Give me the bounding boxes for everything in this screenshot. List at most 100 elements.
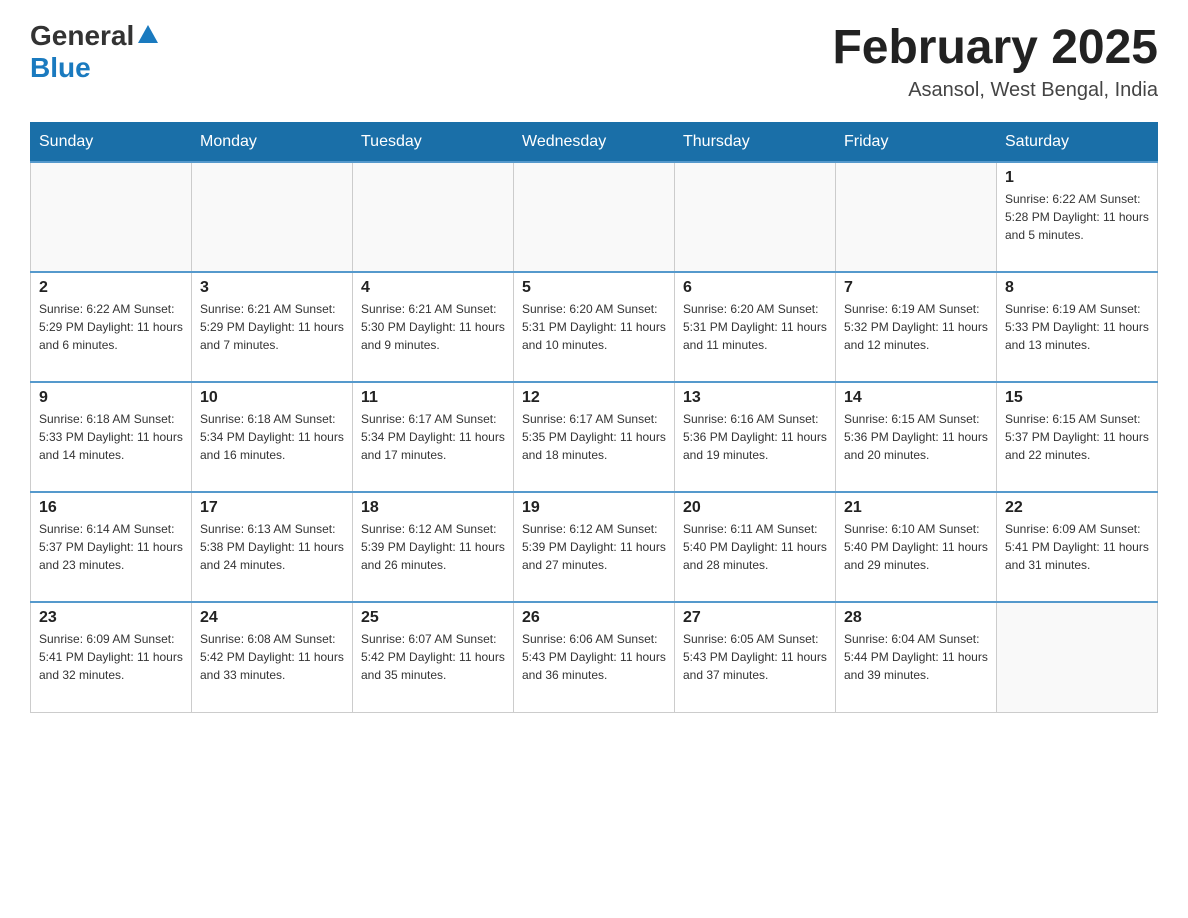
day-info: Sunrise: 6:22 AM Sunset: 5:29 PM Dayligh…: [39, 300, 183, 354]
calendar-cell: 16 Sunrise: 6:14 AM Sunset: 5:37 PM Dayli…: [31, 492, 192, 602]
day-number: 10: [200, 389, 344, 407]
column-header-monday: Monday: [192, 123, 353, 163]
day-number: 6: [683, 279, 827, 297]
day-number: 18: [361, 499, 505, 517]
calendar-cell: 21 Sunrise: 6:10 AM Sunset: 5:40 PM Dayli…: [836, 492, 997, 602]
week-row-2: 2 Sunrise: 6:22 AM Sunset: 5:29 PM Daylig…: [31, 272, 1158, 382]
calendar-cell: 20 Sunrise: 6:11 AM Sunset: 5:40 PM Dayli…: [675, 492, 836, 602]
day-number: 26: [522, 609, 666, 627]
day-info: Sunrise: 6:17 AM Sunset: 5:35 PM Dayligh…: [522, 410, 666, 464]
day-info: Sunrise: 6:11 AM Sunset: 5:40 PM Dayligh…: [683, 520, 827, 574]
day-info: Sunrise: 6:12 AM Sunset: 5:39 PM Dayligh…: [361, 520, 505, 574]
calendar-cell: 28 Sunrise: 6:04 AM Sunset: 5:44 PM Dayli…: [836, 602, 997, 712]
logo: General Blue: [30, 20, 158, 84]
calendar-header-row: SundayMondayTuesdayWednesdayThursdayFrid…: [31, 123, 1158, 163]
day-number: 22: [1005, 499, 1149, 517]
calendar-cell: 1 Sunrise: 6:22 AM Sunset: 5:28 PM Daylig…: [997, 162, 1158, 272]
calendar-cell: 13 Sunrise: 6:16 AM Sunset: 5:36 PM Dayli…: [675, 382, 836, 492]
logo-general-text: General: [30, 20, 134, 52]
day-info: Sunrise: 6:05 AM Sunset: 5:43 PM Dayligh…: [683, 630, 827, 684]
day-number: 19: [522, 499, 666, 517]
logo-triangle-icon: [138, 25, 158, 43]
day-info: Sunrise: 6:04 AM Sunset: 5:44 PM Dayligh…: [844, 630, 988, 684]
month-title: February 2025: [832, 20, 1158, 75]
calendar-cell: 4Sunrise: 6:21 AM Sunset: 5:30 PM Daylig…: [353, 272, 514, 382]
day-info: Sunrise: 6:07 AM Sunset: 5:42 PM Dayligh…: [361, 630, 505, 684]
day-info: Sunrise: 6:14 AM Sunset: 5:37 PM Dayligh…: [39, 520, 183, 574]
day-info: Sunrise: 6:06 AM Sunset: 5:43 PM Dayligh…: [522, 630, 666, 684]
calendar-cell: 23Sunrise: 6:09 AM Sunset: 5:41 PM Dayli…: [31, 602, 192, 712]
calendar-cell: 6 Sunrise: 6:20 AM Sunset: 5:31 PM Daylig…: [675, 272, 836, 382]
week-row-5: 23Sunrise: 6:09 AM Sunset: 5:41 PM Dayli…: [31, 602, 1158, 712]
day-info: Sunrise: 6:15 AM Sunset: 5:37 PM Dayligh…: [1005, 410, 1149, 464]
calendar-cell: [514, 162, 675, 272]
week-row-1: 1 Sunrise: 6:22 AM Sunset: 5:28 PM Daylig…: [31, 162, 1158, 272]
logo-blue-text: Blue: [30, 52, 91, 84]
day-number: 24: [200, 609, 344, 627]
calendar-cell: 7 Sunrise: 6:19 AM Sunset: 5:32 PM Daylig…: [836, 272, 997, 382]
calendar-cell: 25 Sunrise: 6:07 AM Sunset: 5:42 PM Dayli…: [353, 602, 514, 712]
day-info: Sunrise: 6:19 AM Sunset: 5:32 PM Dayligh…: [844, 300, 988, 354]
day-number: 7: [844, 279, 988, 297]
day-number: 27: [683, 609, 827, 627]
column-header-sunday: Sunday: [31, 123, 192, 163]
column-header-thursday: Thursday: [675, 123, 836, 163]
day-info: Sunrise: 6:12 AM Sunset: 5:39 PM Dayligh…: [522, 520, 666, 574]
calendar-cell: 10 Sunrise: 6:18 AM Sunset: 5:34 PM Dayli…: [192, 382, 353, 492]
day-number: 5: [522, 279, 666, 297]
calendar-cell: 2 Sunrise: 6:22 AM Sunset: 5:29 PM Daylig…: [31, 272, 192, 382]
day-info: Sunrise: 6:20 AM Sunset: 5:31 PM Dayligh…: [683, 300, 827, 354]
day-number: 11: [361, 389, 505, 407]
day-info: Sunrise: 6:15 AM Sunset: 5:36 PM Dayligh…: [844, 410, 988, 464]
calendar-cell: 22 Sunrise: 6:09 AM Sunset: 5:41 PM Dayli…: [997, 492, 1158, 602]
calendar-cell: 18 Sunrise: 6:12 AM Sunset: 5:39 PM Dayli…: [353, 492, 514, 602]
day-number: 23: [39, 609, 183, 627]
calendar-table: SundayMondayTuesdayWednesdayThursdayFrid…: [30, 122, 1158, 713]
day-number: 9: [39, 389, 183, 407]
calendar-cell: 15Sunrise: 6:15 AM Sunset: 5:37 PM Dayli…: [997, 382, 1158, 492]
calendar-cell: 3 Sunrise: 6:21 AM Sunset: 5:29 PM Daylig…: [192, 272, 353, 382]
day-number: 20: [683, 499, 827, 517]
column-header-saturday: Saturday: [997, 123, 1158, 163]
title-section: February 2025 Asansol, West Bengal, Indi…: [832, 20, 1158, 102]
calendar-cell: 8Sunrise: 6:19 AM Sunset: 5:33 PM Daylig…: [997, 272, 1158, 382]
calendar-cell: 9 Sunrise: 6:18 AM Sunset: 5:33 PM Daylig…: [31, 382, 192, 492]
calendar-cell: 14 Sunrise: 6:15 AM Sunset: 5:36 PM Dayli…: [836, 382, 997, 492]
calendar-cell: 27 Sunrise: 6:05 AM Sunset: 5:43 PM Dayli…: [675, 602, 836, 712]
day-info: Sunrise: 6:09 AM Sunset: 5:41 PM Dayligh…: [1005, 520, 1149, 574]
day-number: 3: [200, 279, 344, 297]
day-info: Sunrise: 6:21 AM Sunset: 5:30 PM Dayligh…: [361, 300, 505, 354]
calendar-cell: 24 Sunrise: 6:08 AM Sunset: 5:42 PM Dayli…: [192, 602, 353, 712]
day-number: 12: [522, 389, 666, 407]
day-number: 14: [844, 389, 988, 407]
column-header-tuesday: Tuesday: [353, 123, 514, 163]
column-header-friday: Friday: [836, 123, 997, 163]
day-number: 1: [1005, 169, 1149, 187]
day-info: Sunrise: 6:18 AM Sunset: 5:33 PM Dayligh…: [39, 410, 183, 464]
column-header-wednesday: Wednesday: [514, 123, 675, 163]
location-subtitle: Asansol, West Bengal, India: [832, 79, 1158, 102]
day-info: Sunrise: 6:13 AM Sunset: 5:38 PM Dayligh…: [200, 520, 344, 574]
day-number: 17: [200, 499, 344, 517]
calendar-cell: [353, 162, 514, 272]
day-info: Sunrise: 6:22 AM Sunset: 5:28 PM Dayligh…: [1005, 190, 1149, 244]
day-info: Sunrise: 6:16 AM Sunset: 5:36 PM Dayligh…: [683, 410, 827, 464]
day-info: Sunrise: 6:08 AM Sunset: 5:42 PM Dayligh…: [200, 630, 344, 684]
day-info: Sunrise: 6:21 AM Sunset: 5:29 PM Dayligh…: [200, 300, 344, 354]
day-number: 28: [844, 609, 988, 627]
day-number: 21: [844, 499, 988, 517]
day-info: Sunrise: 6:10 AM Sunset: 5:40 PM Dayligh…: [844, 520, 988, 574]
calendar-cell: [997, 602, 1158, 712]
day-info: Sunrise: 6:18 AM Sunset: 5:34 PM Dayligh…: [200, 410, 344, 464]
day-number: 2: [39, 279, 183, 297]
calendar-cell: 11Sunrise: 6:17 AM Sunset: 5:34 PM Dayli…: [353, 382, 514, 492]
page-header: General Blue February 2025 Asansol, West…: [30, 20, 1158, 102]
day-number: 25: [361, 609, 505, 627]
calendar-cell: 19 Sunrise: 6:12 AM Sunset: 5:39 PM Dayli…: [514, 492, 675, 602]
day-number: 16: [39, 499, 183, 517]
week-row-3: 9 Sunrise: 6:18 AM Sunset: 5:33 PM Daylig…: [31, 382, 1158, 492]
day-number: 13: [683, 389, 827, 407]
calendar-cell: 5Sunrise: 6:20 AM Sunset: 5:31 PM Daylig…: [514, 272, 675, 382]
calendar-cell: [675, 162, 836, 272]
day-number: 8: [1005, 279, 1149, 297]
